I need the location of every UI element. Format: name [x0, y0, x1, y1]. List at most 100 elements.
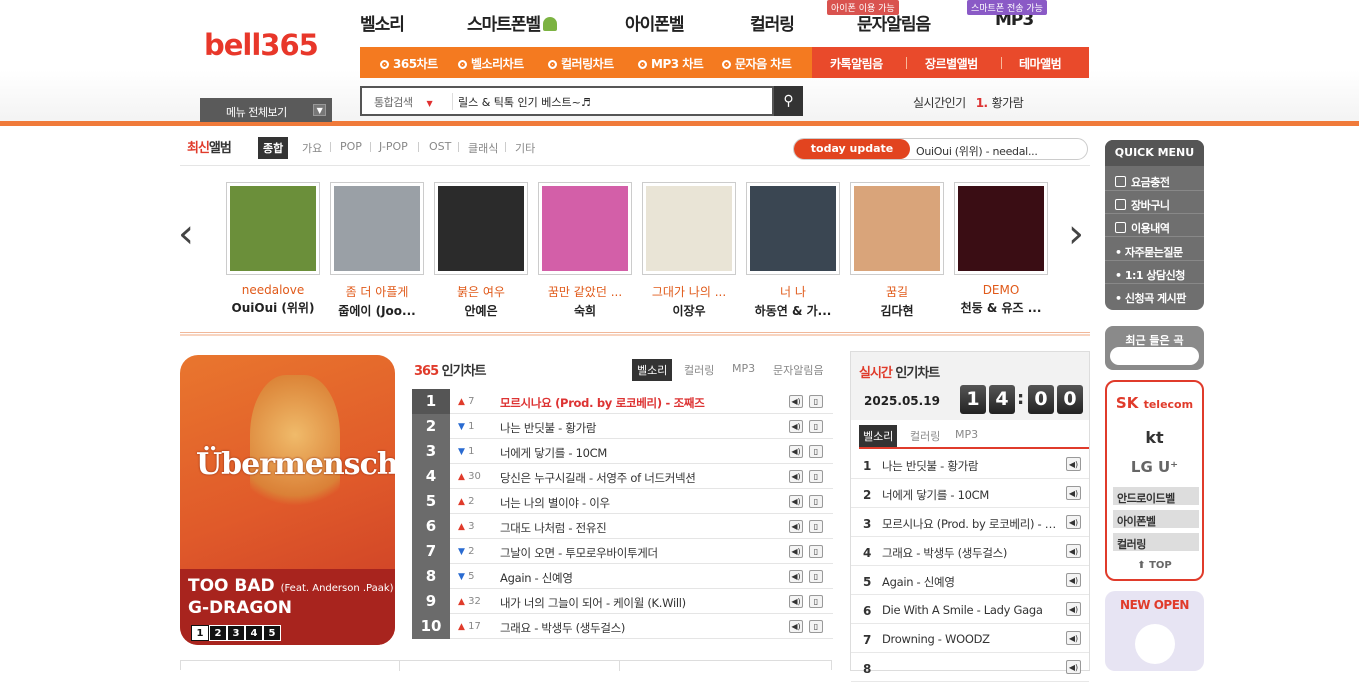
song-title[interactable]: 나는 반딧불 - 황가람: [882, 458, 1057, 474]
quick-request[interactable]: • 신청곡 게시판: [1105, 284, 1204, 307]
speaker-icon[interactable]: ◀): [1066, 486, 1081, 500]
speaker-icon[interactable]: ◀): [789, 595, 803, 608]
album-cover[interactable]: [746, 182, 840, 275]
album-cover[interactable]: [330, 182, 424, 275]
nav-smartphone-bell[interactable]: 스마트폰벨: [467, 10, 558, 35]
today-update[interactable]: today update OuiOui (위위) - needal...: [793, 138, 1088, 160]
song-title[interactable]: 내가 너의 그늘이 되어 - 케이윌 (K.Will): [500, 595, 686, 611]
search-input[interactable]: [452, 93, 767, 110]
menu-all-button[interactable]: 메뉴 전체보기 ▼: [200, 98, 332, 122]
speaker-icon[interactable]: ◀): [1066, 573, 1081, 587]
chart-row[interactable]: 7 ▼ 2 그날이 오면 - 투모로우바이투게더 ◀) ▯: [412, 539, 833, 564]
speaker-icon[interactable]: ◀): [789, 570, 803, 583]
next-arrow-icon[interactable]: ›: [1068, 214, 1084, 254]
quick-inquiry[interactable]: • 1:1 상담신청: [1105, 261, 1204, 284]
song-title[interactable]: 모르시나요 (Prod. by 로코베리) - 조째즈: [500, 395, 705, 411]
realtime-row[interactable]: 8 ◀): [851, 653, 1089, 682]
sub-nav-coloringchart[interactable]: 컬러링차트: [548, 55, 614, 72]
chart-row[interactable]: 9 ▲ 32 내가 너의 그늘이 되어 - 케이윌 (K.Will) ◀) ▯: [412, 589, 833, 614]
album-cover[interactable]: [642, 182, 736, 275]
album-card[interactable]: 꿈길 김다현: [850, 182, 944, 319]
telco-iphone-bell[interactable]: 아이폰벨: [1113, 510, 1199, 528]
logo[interactable]: bell365: [204, 28, 319, 62]
tab-mp3[interactable]: MP3: [955, 428, 978, 441]
quick-history[interactable]: 이용내역: [1105, 214, 1204, 237]
page-button[interactable]: 3: [227, 625, 245, 641]
quick-cart[interactable]: 장바구니: [1105, 191, 1204, 214]
sub-nav-bellchart[interactable]: 벨소리차트: [458, 55, 524, 72]
album-card[interactable]: 좀 더 아플게 줍에이 (Joo...: [330, 182, 424, 319]
phone-icon[interactable]: ▯: [809, 445, 823, 458]
album-cover[interactable]: [434, 182, 528, 275]
quick-faq[interactable]: • 자주묻는질문: [1105, 238, 1204, 261]
speaker-icon[interactable]: ◀): [1066, 457, 1081, 471]
phone-icon[interactable]: ▯: [809, 595, 823, 608]
album-card[interactable]: 그대가 나의 ... 이장우: [642, 182, 736, 319]
phone-icon[interactable]: ▯: [809, 570, 823, 583]
song-title[interactable]: 나는 반딧불 - 황가람: [500, 420, 596, 436]
speaker-icon[interactable]: ◀): [1066, 631, 1081, 645]
phone-icon[interactable]: ▯: [809, 470, 823, 483]
album-cover[interactable]: [538, 182, 632, 275]
song-title[interactable]: Drowning - WOODZ: [882, 632, 1057, 646]
quick-charge[interactable]: 요금충전: [1105, 168, 1204, 191]
phone-icon[interactable]: ▯: [809, 545, 823, 558]
realtime-row[interactable]: 5 Again - 신예영 ◀): [851, 566, 1089, 595]
song-title[interactable]: Again - 신예영: [500, 570, 573, 586]
song-title[interactable]: 너에게 닿기를 - 10CM: [500, 445, 607, 461]
search-button[interactable]: ⚲: [774, 86, 803, 116]
realtime-row[interactable]: 4 그래요 - 박생두 (생두걸스) ◀): [851, 537, 1089, 566]
album-cover[interactable]: [226, 182, 320, 275]
featured-banner[interactable]: Übermensch TOO BAD (Feat. Anderson .Paak…: [180, 355, 395, 645]
phone-icon[interactable]: ▯: [809, 420, 823, 433]
chart-row[interactable]: 4 ▲ 30 당신은 누구시길래 - 서영주 of 너드커넥션 ◀) ▯: [412, 464, 833, 489]
search-category-select[interactable]: 통합검색 ▼: [374, 94, 433, 110]
speaker-icon[interactable]: ◀): [789, 620, 803, 633]
speaker-icon[interactable]: ◀): [789, 470, 803, 483]
tab-ost[interactable]: OST: [429, 140, 451, 153]
sub-nav-theme[interactable]: 테마앨범: [1019, 55, 1062, 72]
song-title[interactable]: Die With A Smile - Lady Gaga: [882, 603, 1057, 617]
album-cover[interactable]: [954, 182, 1048, 275]
tab-all[interactable]: 종합: [258, 137, 289, 159]
chart-row[interactable]: 3 ▼ 1 너에게 닿기를 - 10CM ◀) ▯: [412, 439, 833, 464]
tab-coloring[interactable]: 컬러링: [910, 428, 940, 444]
speaker-icon[interactable]: ◀): [1066, 660, 1081, 674]
speaker-icon[interactable]: ◀): [1066, 515, 1081, 529]
tab-coloring[interactable]: 컬러링: [684, 362, 714, 378]
phone-icon[interactable]: ▯: [809, 395, 823, 408]
chart-row[interactable]: 2 ▼ 1 나는 반딧불 - 황가람 ◀) ▯: [412, 414, 833, 439]
realtime-row[interactable]: 1 나는 반딧불 - 황가람 ◀): [851, 450, 1089, 479]
sub-nav-mp3chart[interactable]: MP3 차트: [638, 55, 704, 72]
realtime-popular[interactable]: 실시간인기 1. 황가람: [913, 94, 1024, 111]
sub-nav-kakao[interactable]: 카톡알림음: [830, 55, 883, 72]
phone-icon[interactable]: ▯: [809, 620, 823, 633]
speaker-icon[interactable]: ◀): [789, 420, 803, 433]
tab-text-alert[interactable]: 문자알림음: [773, 362, 824, 378]
album-card[interactable]: 너 나 하동연 & 가...: [746, 182, 840, 319]
recent-songs[interactable]: 최근 들은 곡: [1105, 326, 1204, 370]
realtime-row[interactable]: 3 모르시나요 (Prod. by 로코베리) - 조째즈 ◀): [851, 508, 1089, 537]
speaker-icon[interactable]: ◀): [1066, 602, 1081, 616]
realtime-row[interactable]: 7 Drowning - WOODZ ◀): [851, 624, 1089, 653]
sub-nav-365chart[interactable]: 365차트: [380, 55, 438, 72]
tab-classic[interactable]: 클래식: [468, 140, 498, 156]
chart-row[interactable]: 6 ▲ 3 그대도 나처럼 - 전유진 ◀) ▯: [412, 514, 833, 539]
nav-coloring[interactable]: 컬러링: [750, 10, 795, 35]
tab-pop[interactable]: POP: [340, 140, 362, 153]
new-open-banner[interactable]: NEW OPEN: [1105, 591, 1204, 671]
sub-nav-textchart[interactable]: 문자음 차트: [722, 55, 792, 72]
realtime-row[interactable]: 6 Die With A Smile - Lady Gaga ◀): [851, 595, 1089, 624]
page-button[interactable]: 4: [245, 625, 263, 641]
top-button[interactable]: ⬆ TOP: [1107, 560, 1202, 571]
speaker-icon[interactable]: ◀): [789, 395, 803, 408]
tab-kpop[interactable]: 가요: [302, 140, 322, 156]
tab-bell[interactable]: 벨소리: [859, 425, 898, 447]
nav-mp3[interactable]: 스마트폰 전송 가능 MP3: [967, 0, 1047, 30]
song-title[interactable]: 그날이 오면 - 투모로우바이투게더: [500, 545, 658, 561]
phone-icon[interactable]: ▯: [809, 520, 823, 533]
chart-row[interactable]: 5 ▲ 2 너는 나의 별이야 - 이우 ◀) ▯: [412, 489, 833, 514]
prev-arrow-icon[interactable]: ‹: [178, 214, 194, 254]
page-button[interactable]: 2: [209, 625, 227, 641]
speaker-icon[interactable]: ◀): [789, 520, 803, 533]
